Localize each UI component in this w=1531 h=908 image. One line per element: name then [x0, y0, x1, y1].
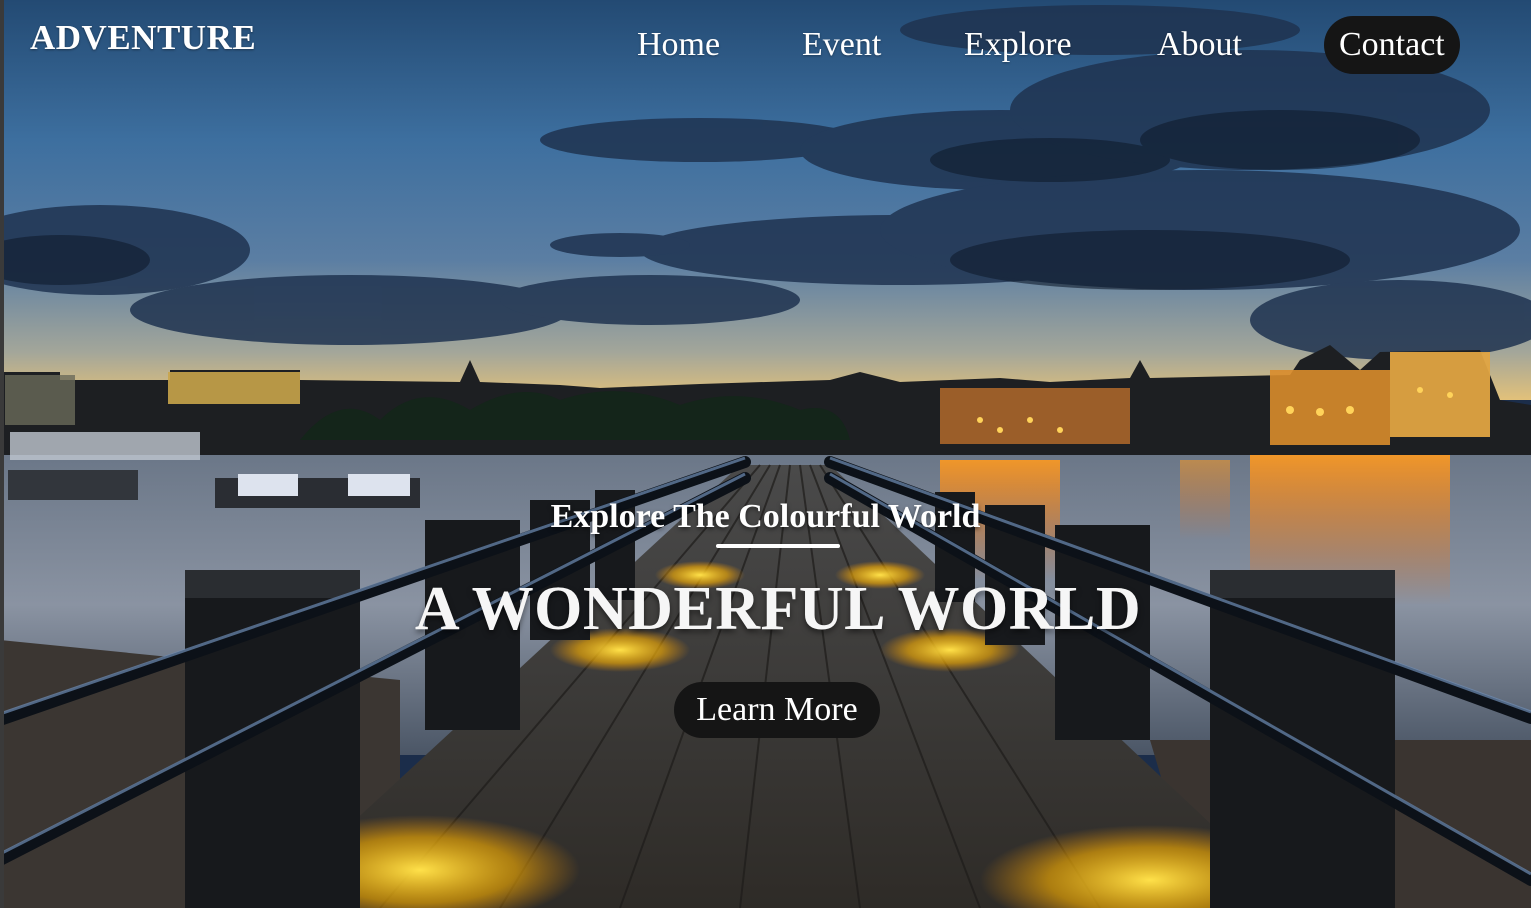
nav-event[interactable]: Event: [802, 16, 881, 74]
hero-section: [0, 0, 1531, 908]
hero-tagline: Explore The Colourful World: [550, 498, 981, 535]
hero-headline: A WONDERFUL WORLD: [414, 575, 1142, 643]
learn-more-button[interactable]: Learn More: [674, 682, 880, 738]
nav-home[interactable]: Home: [637, 16, 720, 74]
hero-background-image: [0, 0, 1531, 908]
brand-logo[interactable]: ADVENTURE: [30, 18, 256, 58]
tagline-underline: [716, 544, 840, 548]
nav-about[interactable]: About: [1157, 16, 1242, 74]
nav-contact-button[interactable]: Contact: [1324, 16, 1460, 74]
main-nav: Home Event Explore About Contact: [600, 16, 1500, 74]
window-edge: [0, 0, 4, 908]
nav-explore[interactable]: Explore: [964, 16, 1072, 74]
